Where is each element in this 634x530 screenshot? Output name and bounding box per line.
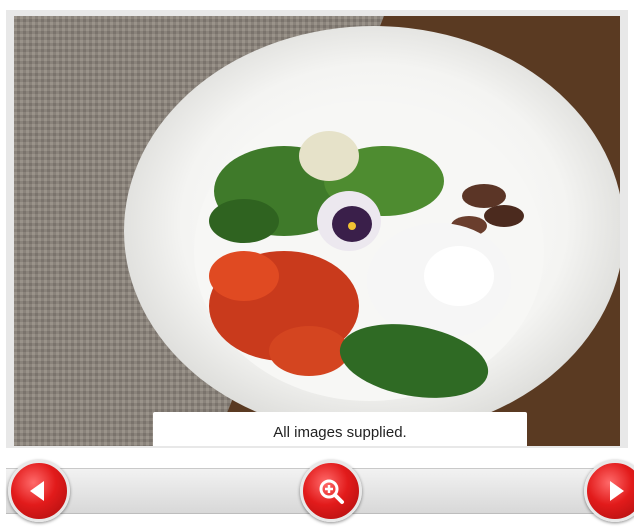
zoom-button[interactable] bbox=[300, 460, 362, 522]
zoom-in-icon bbox=[319, 479, 344, 504]
arrow-right-icon bbox=[610, 481, 624, 501]
image-caption: All images supplied. bbox=[153, 412, 527, 446]
image-frame: All images supplied. bbox=[6, 10, 628, 448]
arrow-left-icon bbox=[30, 481, 44, 501]
caption-text: All images supplied. bbox=[273, 423, 407, 441]
gallery-toolbar bbox=[0, 454, 634, 530]
gallery-photo: All images supplied. bbox=[14, 16, 620, 446]
previous-image-button[interactable] bbox=[8, 460, 70, 522]
